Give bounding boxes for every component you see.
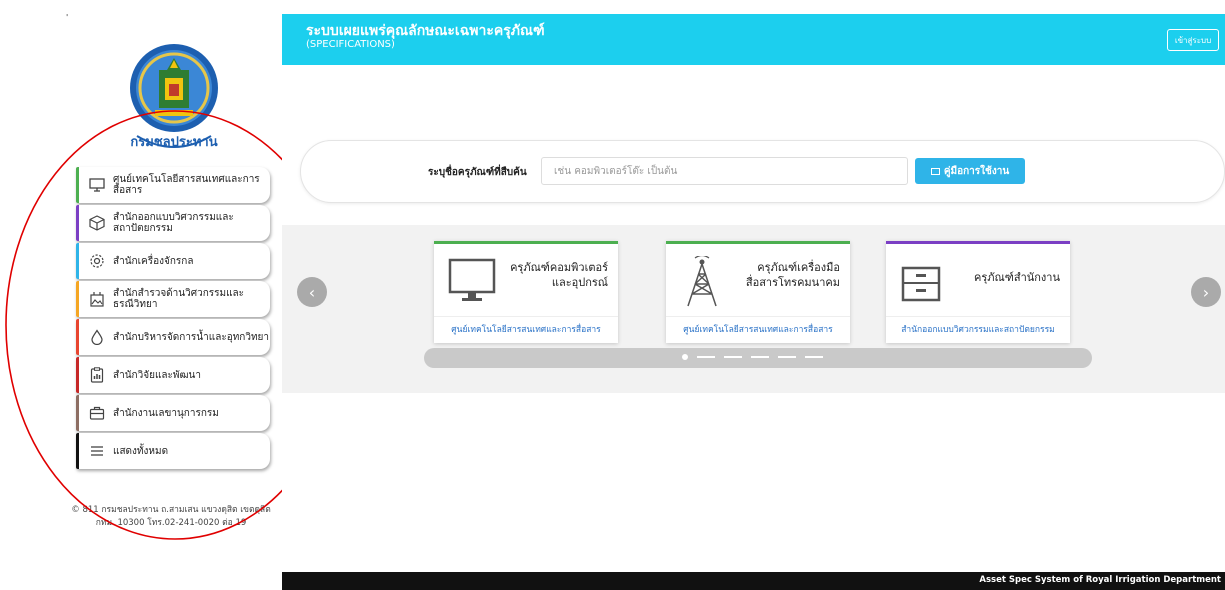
category-carousel: ‹ › ครุภัณฑ์คอมพิวเตอร์และอุปกรณ์ ศูนย์เ… xyxy=(282,225,1225,393)
chevron-left-icon: ‹ xyxy=(308,282,316,302)
chevron-right-icon: › xyxy=(1202,282,1210,302)
sidebar-menu-item[interactable]: สำนักงานเลขานุการกรม xyxy=(76,395,270,431)
department-menu: ศูนย์เทคโนโลยีสารสนเทศและการสื่อสารสำนัก… xyxy=(76,167,270,471)
address-line-2: กทม. 10300 โทร.02-241-0020 ต่อ 19 xyxy=(95,518,247,528)
sidebar-menu-item[interactable]: แสดงทั้งหมด xyxy=(76,433,270,469)
sidebar-menu-item[interactable]: สำนักบริหารจัดการน้ำและอุทกวิทยา xyxy=(76,319,270,355)
search-label: ระบุชื่อครุภัณฑ์ที่สืบค้น xyxy=(428,167,527,178)
monitor-icon xyxy=(89,178,105,192)
search-input[interactable] xyxy=(541,157,908,185)
pagination-dash[interactable] xyxy=(778,356,796,358)
sidebar-menu-label: แสดงทั้งหมด xyxy=(113,445,169,457)
sidebar-menu-label: สำนักบริหารจัดการน้ำและอุทกวิทยา xyxy=(113,331,270,343)
search-panel: ระบุชื่อครุภัณฑ์ที่สืบค้น คู่มือการใช้งา… xyxy=(300,140,1225,203)
login-button[interactable]: เข้าสู่ระบบ xyxy=(1167,29,1219,51)
water-drop-icon xyxy=(91,329,103,345)
card-subtitle: สำนักออกแบบวิศวกรรมและสถาปัตยกรรม xyxy=(901,325,1055,335)
carousel-next-button[interactable]: › xyxy=(1191,277,1221,307)
user-manual-label: คู่มือการใช้งาน xyxy=(943,165,1010,177)
address-footer: © 811 กรมชลประทาน ถ.สามเสน แขวงดุสิต เขต… xyxy=(60,504,282,530)
sidebar-menu-label: สำนักสำรวจด้านวิศวกรรมและธรณีวิทยา xyxy=(113,288,245,310)
category-card-office[interactable]: ครุภัณฑ์สำนักงาน สำนักออกแบบวิศวกรรมและส… xyxy=(886,241,1070,343)
card-title: ครุภัณฑ์คอมพิวเตอร์และอุปกรณ์ xyxy=(510,261,608,289)
sidebar: ' กรมชลประทาน ศูนย์เทคโนโลยีสารสนเทศและก… xyxy=(0,0,282,590)
briefcase-icon xyxy=(89,406,105,420)
pagination-dot-active[interactable] xyxy=(682,354,688,360)
user-manual-button[interactable]: คู่มือการใช้งาน xyxy=(915,158,1025,184)
gear-icon xyxy=(90,254,104,268)
sidebar-menu-item[interactable]: สำนักเครื่องจักรกล xyxy=(76,243,270,279)
department-logo[interactable]: กรมชลประทาน xyxy=(115,38,233,156)
card-divider xyxy=(434,316,618,317)
sidebar-menu-label: สำนักวิจัยและพัฒนา xyxy=(113,369,201,381)
radio-tower-icon xyxy=(687,256,717,307)
card-divider xyxy=(666,316,850,317)
cabinet-icon xyxy=(901,266,941,302)
sidebar-menu-label: สำนักเครื่องจักรกล xyxy=(113,255,194,267)
pagination-dash[interactable] xyxy=(751,356,769,358)
top-header: ระบบเผยแพร่คุณลักษณะเฉพาะครุภัณฑ์ (SPECI… xyxy=(282,14,1225,65)
sidebar-menu-item[interactable]: สำนักสำรวจด้านวิศวกรรมและธรณีวิทยา xyxy=(76,281,270,317)
book-icon xyxy=(930,167,940,175)
sidebar-menu-item[interactable]: ศูนย์เทคโนโลยีสารสนเทศและการสื่อสาร xyxy=(76,167,270,203)
sidebar-menu-item[interactable]: สำนักออกแบบวิศวกรรมและสถาปัตยกรรม xyxy=(76,205,270,241)
address-line-1: © 811 กรมชลประทาน ถ.สามเสน แขวงดุสิต เขต… xyxy=(71,505,271,515)
sidebar-menu-item[interactable]: สำนักวิจัยและพัฒนา xyxy=(76,357,270,393)
carousel-pagination xyxy=(682,354,823,360)
carousel-scrollbar[interactable] xyxy=(424,348,1092,368)
clipboard-chart-icon xyxy=(90,367,104,383)
stray-mark: ' xyxy=(66,13,69,22)
sidebar-menu-label: ศูนย์เทคโนโลยีสารสนเทศและการสื่อสาร xyxy=(113,174,260,196)
card-subtitle: ศูนย์เทคโนโลยีสารสนเทศและการสื่อสาร xyxy=(451,325,601,335)
pagination-dash[interactable] xyxy=(724,356,742,358)
footer-text: Asset Spec System of Royal Irrigation De… xyxy=(979,575,1221,585)
card-subtitle: ศูนย์เทคโนโลยีสารสนเทศและการสื่อสาร xyxy=(683,325,833,335)
pagination-dash[interactable] xyxy=(697,356,715,358)
pagination-dash[interactable] xyxy=(805,356,823,358)
menu-lines-icon xyxy=(91,446,103,456)
card-title: ครุภัณฑ์สำนักงาน xyxy=(974,271,1060,284)
footer-bar: Asset Spec System of Royal Irrigation De… xyxy=(282,572,1225,590)
card-divider xyxy=(886,316,1070,317)
category-card-computer[interactable]: ครุภัณฑ์คอมพิวเตอร์และอุปกรณ์ ศูนย์เทคโน… xyxy=(434,241,618,343)
box-icon xyxy=(89,215,105,231)
sidebar-menu-label: สำนักออกแบบวิศวกรรมและสถาปัตยกรรม xyxy=(113,212,234,234)
landscape-icon xyxy=(90,292,104,307)
system-subtitle: (SPECIFICATIONS) xyxy=(306,39,395,50)
carousel-prev-button[interactable]: ‹ xyxy=(297,277,327,307)
sidebar-menu-label: สำนักงานเลขานุการกรม xyxy=(113,407,219,419)
category-card-telecom[interactable]: ครุภัณฑ์เครื่องมือสื่อสารโทรคมนาคม ศูนย์… xyxy=(666,241,850,343)
card-title: ครุภัณฑ์เครื่องมือสื่อสารโทรคมนาคม xyxy=(745,261,840,289)
logo-text: กรมชลประทาน xyxy=(130,135,217,150)
computer-monitor-icon xyxy=(448,258,496,301)
